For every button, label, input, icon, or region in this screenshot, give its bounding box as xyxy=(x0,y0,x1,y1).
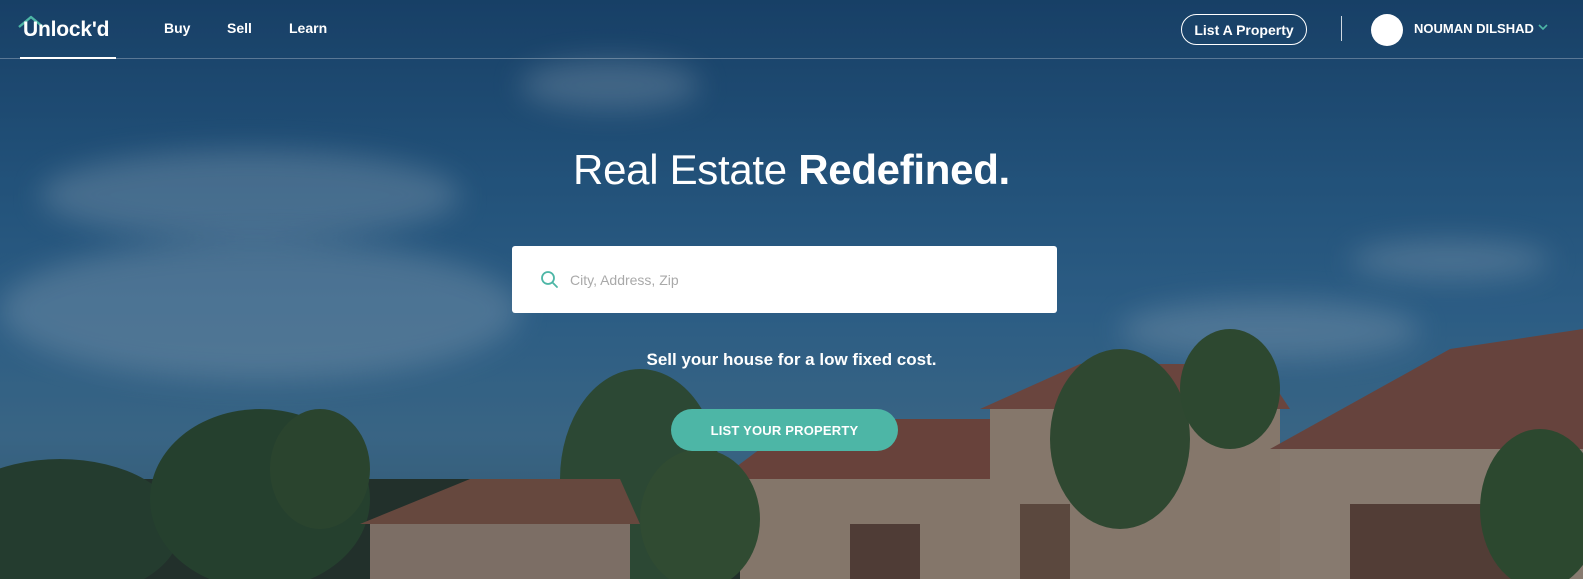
list-a-property-button[interactable]: List A Property xyxy=(1181,14,1307,45)
unlockd-logo[interactable]: Unlock'd xyxy=(18,14,116,59)
user-avatar[interactable] xyxy=(1371,14,1403,46)
search-input[interactable] xyxy=(570,260,1040,300)
logo-text: Unlock'd xyxy=(23,18,110,41)
nav-learn[interactable]: Learn xyxy=(289,20,327,36)
nav-sell[interactable]: Sell xyxy=(227,20,252,36)
user-name[interactable]: NOUMAN DILSHAD xyxy=(1414,21,1534,36)
headline-light: Real Estate xyxy=(573,146,799,193)
search-box[interactable] xyxy=(512,246,1057,313)
nav-buy[interactable]: Buy xyxy=(164,20,190,36)
top-navigation-bar: Unlock'd Buy Sell Learn List A Property … xyxy=(0,0,1583,59)
hero-headline: Real Estate Redefined. xyxy=(0,146,1583,194)
chevron-down-icon[interactable] xyxy=(1538,24,1548,31)
header-divider xyxy=(1341,16,1342,41)
hero-tagline: Sell your house for a low fixed cost. xyxy=(646,350,937,369)
headline-bold: Redefined. xyxy=(798,146,1010,193)
search-icon xyxy=(541,271,558,288)
list-your-property-button[interactable]: LIST YOUR PROPERTY xyxy=(671,409,898,451)
